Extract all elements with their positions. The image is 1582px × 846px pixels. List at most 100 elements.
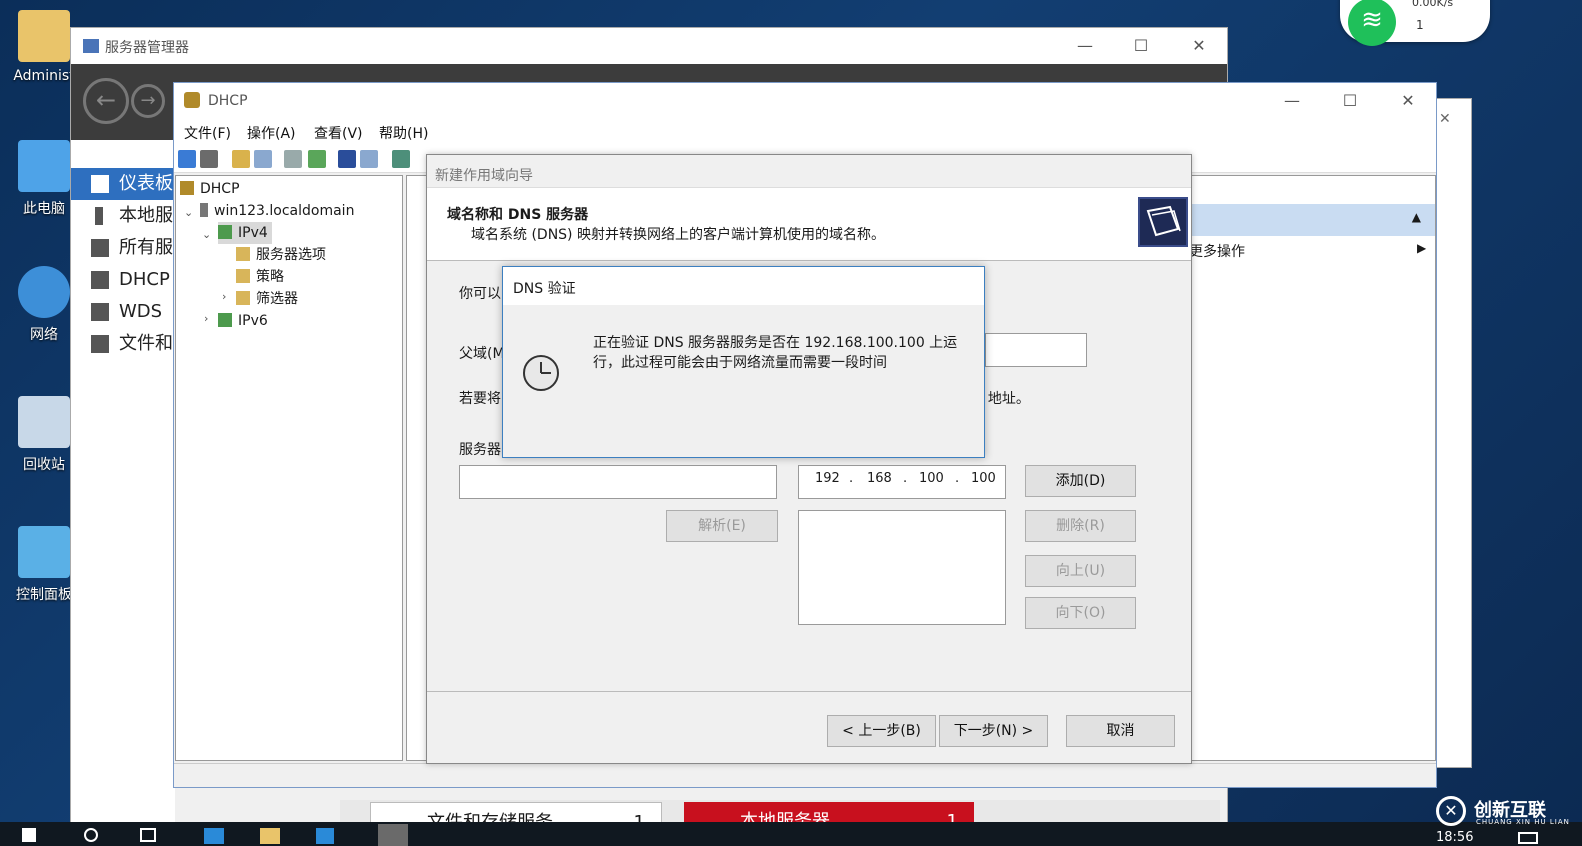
more-actions-label: 更多操作 — [1189, 244, 1245, 260]
dhcp-title: DHCP — [208, 93, 248, 109]
network-speed-widget[interactable]: ≋ 0.00K/s 1 — [1340, 0, 1490, 46]
policies-icon — [236, 269, 250, 283]
tree-item-server-options[interactable]: 服务器选项 — [236, 244, 326, 266]
minimize-button[interactable]: — — [1274, 89, 1310, 113]
search-icon[interactable] — [84, 828, 98, 842]
wifi-icon: ≋ — [1348, 0, 1396, 46]
ip-octet: 192 — [815, 471, 840, 486]
sidebar-item-label: WDS — [119, 301, 163, 322]
chevron-right-icon[interactable]: › — [222, 290, 226, 303]
server-manager-taskbar-icon[interactable] — [316, 828, 334, 844]
sidebar-item-label: DHCP — [119, 269, 170, 290]
chevron-down-icon[interactable]: ⌄ — [184, 206, 193, 219]
sidebar-item-all-servers[interactable]: 所有服务器 — [71, 232, 175, 264]
close-button[interactable]: ✕ — [1390, 89, 1426, 113]
ip-octet: 100 — [919, 471, 944, 486]
refresh-icon[interactable] — [308, 150, 326, 168]
close-button[interactable]: ✕ — [1181, 34, 1217, 58]
dialog-title: DNS 验证 — [513, 281, 576, 297]
ipv6-icon — [218, 313, 232, 327]
ipv4-icon — [218, 225, 232, 239]
menu-action[interactable]: 操作(A) — [247, 123, 296, 143]
remove-button[interactable]: 删除(R) — [1025, 510, 1136, 542]
menu-view[interactable]: 查看(V) — [314, 123, 363, 143]
watermark-logo: ✕ 创新互联 CHUANG XIN HU LIAN — [1436, 794, 1582, 834]
wds-icon — [91, 303, 109, 321]
move-up-button[interactable]: 向上(U) — [1025, 555, 1136, 587]
chevron-right-icon[interactable]: › — [204, 312, 208, 325]
resolve-button[interactable]: 解析(E) — [666, 510, 778, 542]
ip-octet: 168 — [867, 471, 892, 486]
minimize-button[interactable]: — — [1067, 34, 1103, 58]
show-tree-icon[interactable] — [254, 150, 272, 168]
brand-logo-icon: ✕ — [1436, 796, 1466, 826]
maximize-button[interactable]: ☐ — [1332, 89, 1368, 113]
sidebar-item-label: 所有服务器 — [119, 237, 175, 258]
server-name-input[interactable] — [459, 465, 777, 499]
server-manager-sidebar: 仪表板 本地服务器 所有服务器 DHCP WDS 文件和存储服务 — [71, 140, 175, 830]
start-icon[interactable] — [22, 828, 36, 842]
server-icon — [95, 207, 103, 225]
tree-item-policies[interactable]: 策略 — [236, 266, 284, 288]
dns-verify-dialog: DNS 验证 正在验证 DNS 服务器服务是否在 192.168.100.100… — [502, 266, 985, 458]
menu-help[interactable]: 帮助(H) — [379, 123, 428, 143]
computer-icon — [18, 140, 70, 192]
back-arrow-icon[interactable]: ← — [83, 78, 129, 124]
wizard-folder-icon — [1138, 197, 1188, 247]
server-name-label: 服务器 — [459, 442, 501, 458]
back-icon[interactable] — [178, 150, 196, 168]
action-pane-icon[interactable] — [360, 150, 378, 168]
dialog-message: 正在验证 DNS 服务器服务是否在 192.168.100.100 上运行，此过… — [593, 335, 958, 371]
tree-item-ipv6[interactable]: IPv6 — [218, 310, 268, 332]
maximize-button[interactable]: ☐ — [1123, 34, 1159, 58]
tree-item-ipv4[interactable]: IPv4 — [218, 222, 272, 244]
menu-file[interactable]: 文件(F) — [184, 123, 231, 143]
sidebar-item-label: 文件和存储服务 — [119, 333, 175, 354]
back-button[interactable]: < 上一步(B) — [827, 715, 936, 747]
move-down-button[interactable]: 向下(O) — [1025, 597, 1136, 629]
dhcp-taskbar-icon[interactable] — [378, 824, 408, 846]
sidebar-item-local-server[interactable]: 本地服务器 — [71, 200, 175, 232]
tree-item-dhcp[interactable]: DHCP — [180, 178, 240, 200]
tree-item-server[interactable]: win123.localdomain — [200, 200, 354, 222]
forward-arrow-icon[interactable]: → — [131, 84, 165, 118]
sidebar-item-file-storage[interactable]: 文件和存储服务 — [71, 328, 175, 360]
monitor-icon[interactable] — [392, 150, 410, 168]
dhcp-titlebar: DHCP — ☐ ✕ — [174, 83, 1436, 119]
wizard-divider — [427, 691, 1191, 692]
ip-octet: 100 — [971, 471, 996, 486]
device-count: 1 — [1416, 18, 1424, 32]
sidebar-item-wds[interactable]: WDS — [71, 296, 175, 328]
forward-icon[interactable] — [200, 150, 218, 168]
actions-more[interactable]: 更多操作 ▶ — [1189, 241, 1426, 261]
help-icon[interactable] — [338, 150, 356, 168]
tree-label: IPv6 — [238, 313, 268, 329]
sidebar-item-dashboard[interactable]: 仪表板 — [71, 168, 175, 200]
up-folder-icon[interactable] — [232, 150, 250, 168]
recycle-bin-icon — [18, 396, 70, 448]
network-speed: 0.00K/s — [1412, 0, 1454, 9]
cancel-button[interactable]: 取消 — [1066, 715, 1175, 747]
dashboard-icon — [91, 175, 109, 193]
tree-item-filters[interactable]: 筛选器 — [236, 288, 298, 310]
browser-icon[interactable] — [204, 828, 224, 844]
control-panel-icon — [18, 526, 70, 578]
server-options-icon — [236, 247, 250, 261]
file-explorer-icon[interactable] — [260, 828, 280, 844]
chevron-down-icon[interactable]: ⌄ — [202, 228, 211, 241]
close-icon[interactable]: ✕ — [1439, 111, 1451, 127]
parent-domain-input[interactable] — [985, 333, 1087, 367]
next-button[interactable]: 下一步(N) > — [939, 715, 1048, 747]
add-button[interactable]: 添加(D) — [1025, 465, 1136, 497]
server-manager-titlebar: 服务器管理器 — ☐ ✕ — [71, 28, 1227, 64]
tree-label: 筛选器 — [256, 291, 298, 307]
ip-address-input[interactable]: 192 . 168 . 100 . 100 — [798, 465, 1006, 499]
dns-server-list[interactable] — [798, 510, 1006, 625]
properties-icon[interactable] — [284, 150, 302, 168]
task-view-icon[interactable] — [140, 828, 156, 842]
wizard-header: 域名称和 DNS 服务器 域名系统 (DNS) 映射并转换网络上的客户端计算机使… — [427, 187, 1191, 261]
sidebar-item-label: 本地服务器 — [119, 205, 175, 226]
wizard-title: 新建作用域向导 — [435, 168, 533, 184]
actions-header[interactable]: ▲ — [1187, 204, 1435, 236]
sidebar-item-dhcp[interactable]: DHCP — [71, 264, 175, 296]
